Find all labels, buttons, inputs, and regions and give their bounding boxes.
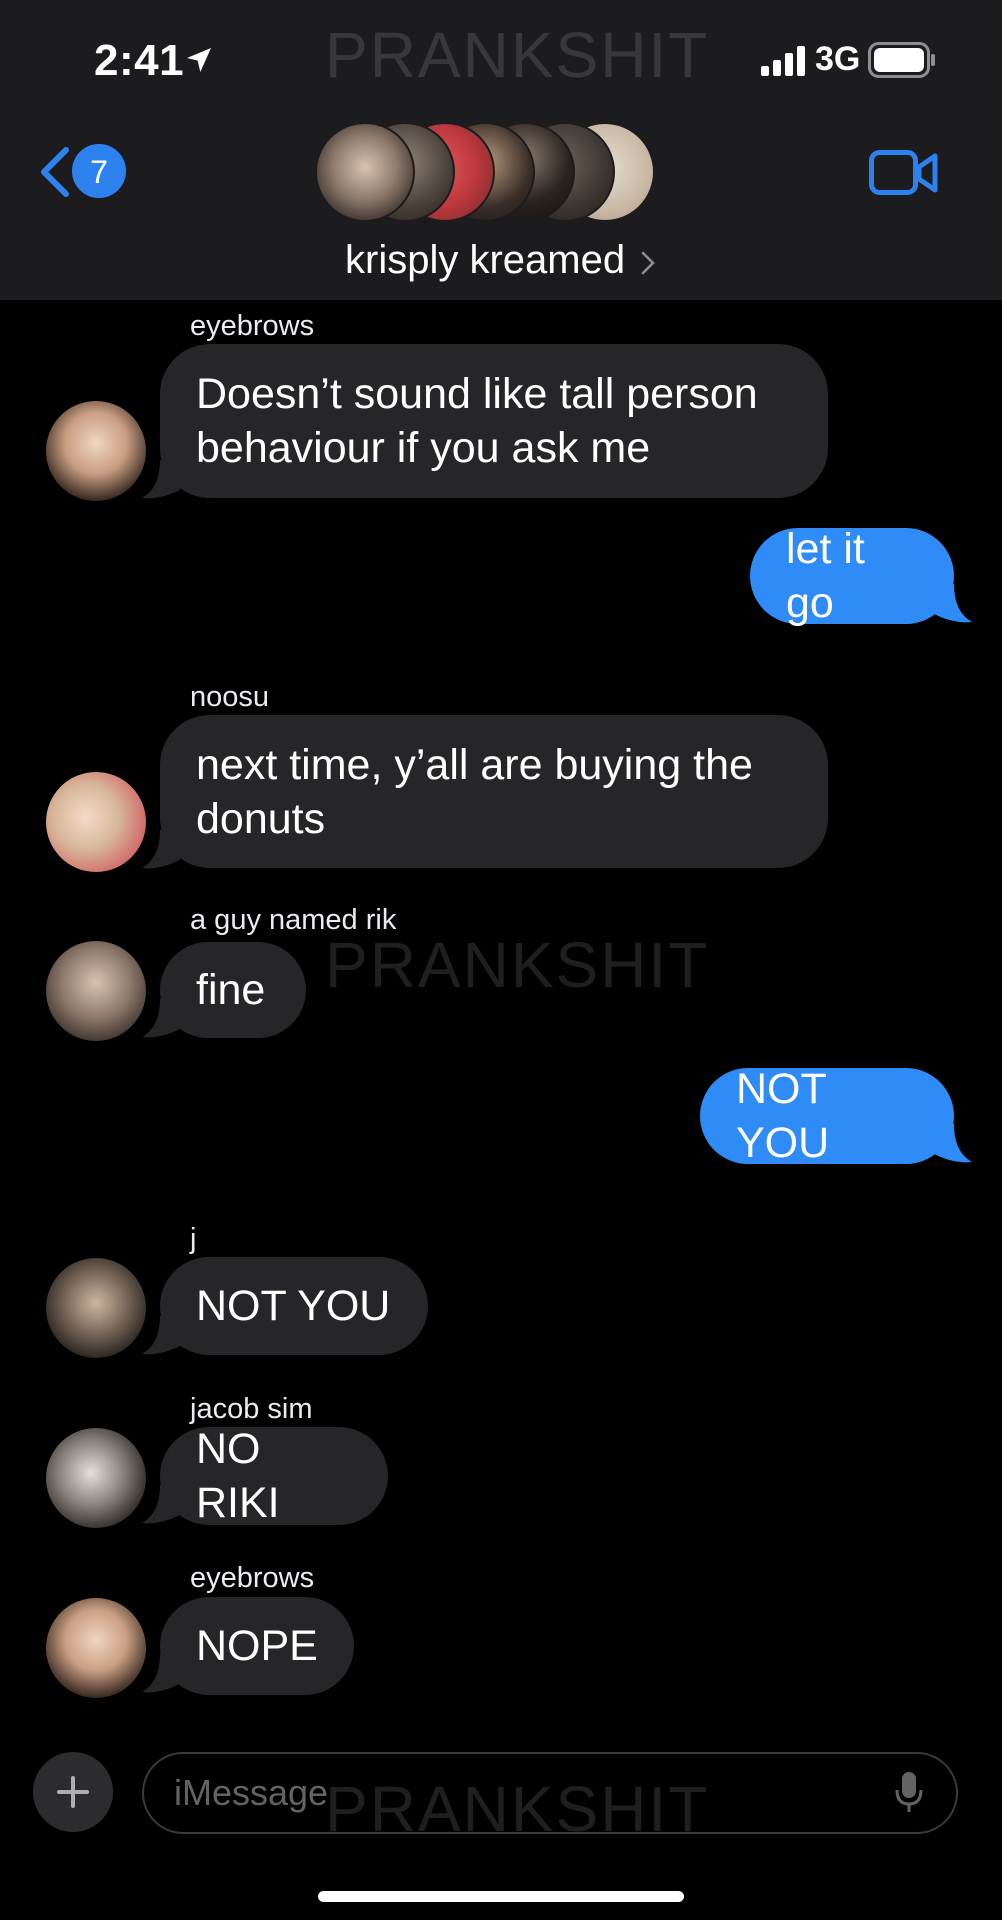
message-line: Doesn’t sound like tall person — [196, 370, 758, 418]
group-name[interactable]: krisply kreamed — [345, 238, 625, 283]
add-attachment-button[interactable] — [33, 1752, 113, 1832]
back-chevron-icon — [41, 147, 69, 197]
unread-count-badge[interactable]: 7 — [72, 144, 126, 198]
chevron-right-icon — [641, 251, 655, 275]
status-time: 2:41 — [94, 36, 185, 85]
watermark-text: PRANKSHIT — [325, 19, 710, 91]
microphone-icon[interactable] — [894, 1770, 924, 1816]
avatar — [46, 941, 146, 1041]
signal-bars-icon — [761, 46, 805, 76]
message-bubble[interactable]: fine — [160, 942, 306, 1038]
sender-name: eyebrows — [190, 1562, 315, 1594]
network-type: 3G — [815, 40, 861, 78]
group-avatar-stack[interactable] — [315, 120, 655, 226]
watermark-text: PRANKSHIT — [325, 1773, 710, 1845]
sender-name: noosu — [190, 681, 270, 713]
avatar — [46, 401, 146, 501]
message-bubble[interactable]: NOT YOU — [160, 1257, 428, 1355]
message-line: donuts — [196, 794, 326, 843]
avatar — [46, 1598, 146, 1698]
sender-name: eyebrows — [190, 310, 315, 342]
sender-name: j — [190, 1223, 197, 1255]
message-bubble[interactable]: next time, y’all are buying the donuts — [160, 715, 828, 868]
message-bubble[interactable]: NOPE — [160, 1597, 354, 1695]
input-placeholder: iMessage — [174, 1772, 329, 1813]
message-line: next time, y’all are buying the — [196, 740, 753, 789]
message-line: behaviour if you ask me — [196, 424, 651, 472]
message-bubble[interactable]: NO RIKI — [160, 1425, 388, 1527]
message-bubble[interactable]: Doesn’t sound like tall person behaviour… — [160, 344, 828, 498]
message-bubble[interactable]: NOT YOU — [700, 1065, 954, 1167]
video-camera-icon[interactable] — [869, 148, 939, 198]
battery-icon — [868, 42, 935, 78]
message-bubble[interactable]: let it go — [750, 525, 954, 627]
avatar — [46, 772, 146, 872]
plus-icon — [57, 1776, 89, 1808]
member-avatar — [315, 122, 415, 222]
avatar — [46, 1428, 146, 1528]
sender-name: a guy named rik — [190, 904, 397, 936]
avatar — [46, 1258, 146, 1358]
watermark-text: PRANKSHIT — [325, 929, 710, 1001]
home-indicator[interactable] — [318, 1891, 684, 1902]
location-arrow-icon — [187, 48, 211, 72]
